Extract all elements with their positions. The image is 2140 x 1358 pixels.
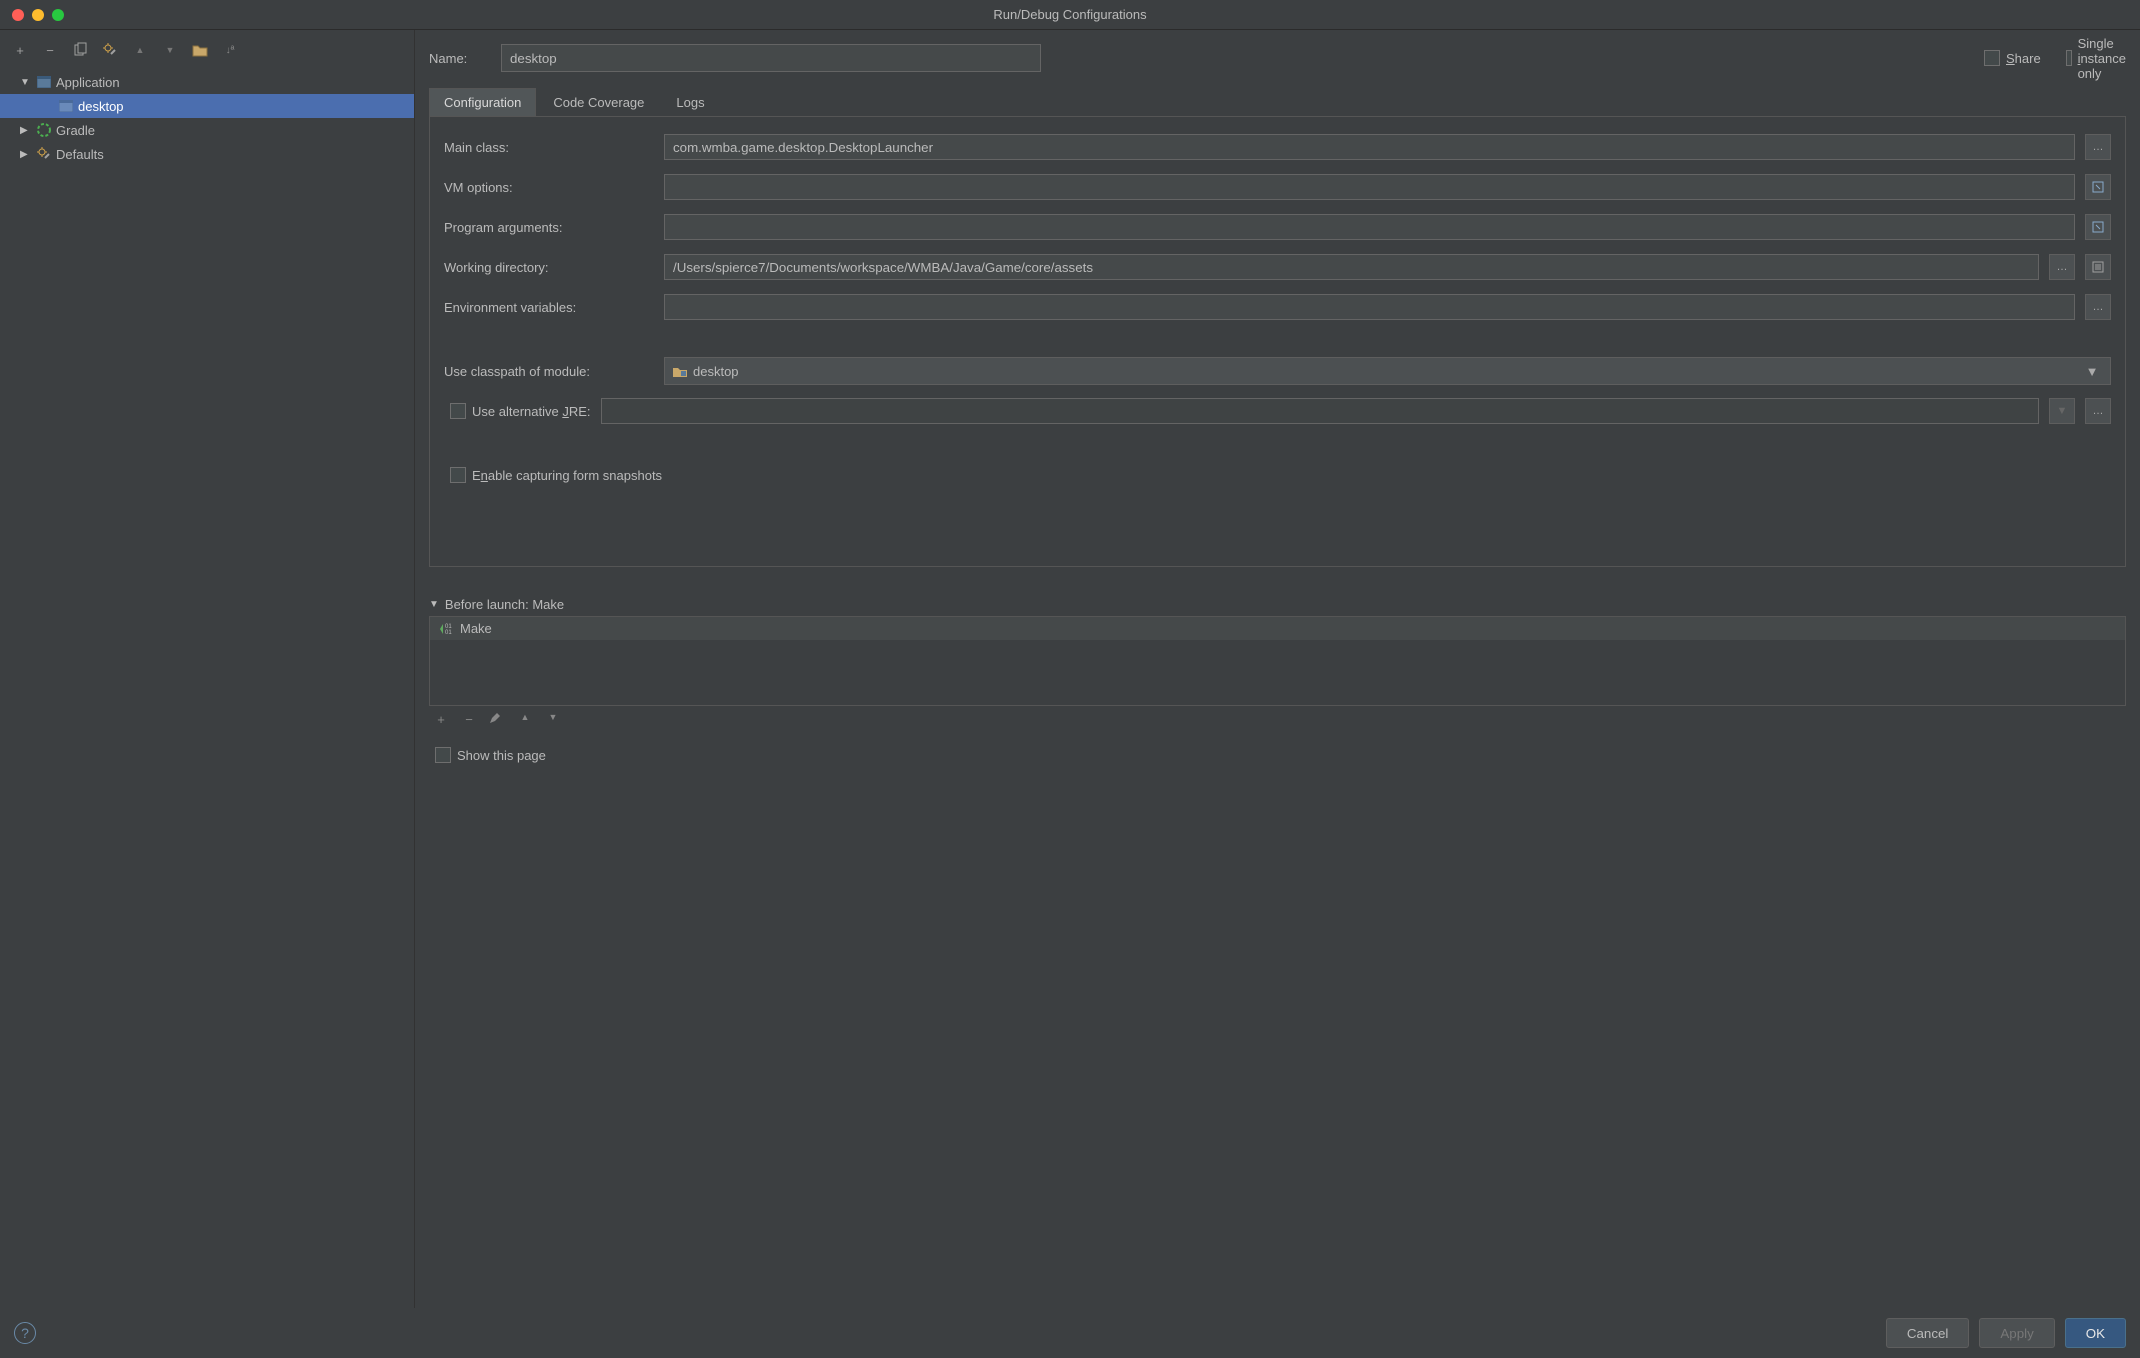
add-config-button[interactable]: + bbox=[10, 40, 30, 60]
expand-toggle-icon[interactable]: ▶ bbox=[20, 149, 32, 160]
edit-defaults-button[interactable] bbox=[100, 40, 120, 60]
before-launch-title: Before launch: Make bbox=[445, 597, 564, 612]
help-button[interactable]: ? bbox=[14, 1322, 36, 1344]
working-dir-input[interactable] bbox=[664, 254, 2039, 280]
edit-task-button[interactable] bbox=[489, 712, 505, 727]
remove-task-button[interactable]: − bbox=[461, 712, 477, 727]
tree-label: Application bbox=[56, 75, 120, 90]
tab-configuration[interactable]: Configuration bbox=[429, 88, 536, 116]
classpath-module-label: Use classpath of module: bbox=[444, 364, 654, 379]
name-label: Name: bbox=[429, 51, 489, 66]
tree-node-defaults[interactable]: ▶ Defaults bbox=[0, 142, 414, 166]
share-label: Share bbox=[2006, 51, 2041, 66]
remove-config-button[interactable]: − bbox=[40, 40, 60, 60]
env-vars-label: Environment variables: bbox=[444, 300, 654, 315]
tree-label: Gradle bbox=[56, 123, 95, 138]
expand-vm-options-button[interactable] bbox=[2085, 174, 2111, 200]
main-class-input[interactable] bbox=[664, 134, 2075, 160]
wrench-icon bbox=[36, 146, 52, 162]
before-launch-item-label: Make bbox=[460, 621, 492, 636]
left-panel: + − ▲ ▼ ↓ª ▼ bbox=[0, 30, 415, 1308]
form-snapshots-checkbox[interactable]: Enable capturing form snapshots bbox=[450, 467, 662, 483]
browse-working-dir-button[interactable]: … bbox=[2049, 254, 2075, 280]
right-panel: Name: Share Single instance only Configu… bbox=[415, 30, 2140, 1308]
browse-alt-jre-button[interactable]: … bbox=[2085, 398, 2111, 424]
classpath-module-select[interactable]: desktop ▼ bbox=[664, 357, 2111, 385]
tree-label: Defaults bbox=[56, 147, 104, 162]
working-dir-label: Working directory: bbox=[444, 260, 654, 275]
vm-options-label: VM options: bbox=[444, 180, 654, 195]
gradle-icon bbox=[36, 122, 52, 138]
env-vars-input[interactable] bbox=[664, 294, 2075, 320]
form-snapshots-label: Enable capturing form snapshots bbox=[472, 468, 662, 483]
tree-label: desktop bbox=[78, 99, 124, 114]
tab-logs[interactable]: Logs bbox=[661, 88, 719, 116]
browse-main-class-button[interactable]: … bbox=[2085, 134, 2111, 160]
module-icon bbox=[673, 365, 687, 377]
alt-jre-checkbox[interactable]: Use alternative JRE: bbox=[450, 403, 591, 419]
expand-toggle-icon[interactable]: ▶ bbox=[20, 125, 32, 136]
alt-jre-input bbox=[601, 398, 2040, 424]
copy-config-button[interactable] bbox=[70, 40, 90, 60]
ok-button[interactable]: OK bbox=[2065, 1318, 2126, 1348]
window-zoom-button[interactable] bbox=[52, 9, 64, 21]
edit-env-vars-button[interactable]: … bbox=[2085, 294, 2111, 320]
window-title: Run/Debug Configurations bbox=[993, 7, 1146, 22]
before-launch-item[interactable]: 0101 Make bbox=[430, 617, 2125, 640]
window-minimize-button[interactable] bbox=[32, 9, 44, 21]
tabs: Configuration Code Coverage Logs bbox=[429, 88, 2126, 117]
app-window-icon bbox=[58, 98, 74, 114]
tree-node-gradle[interactable]: ▶ Gradle bbox=[0, 118, 414, 142]
task-down-button[interactable]: ▼ bbox=[545, 712, 561, 727]
folder-button[interactable] bbox=[190, 40, 210, 60]
show-this-page-checkbox[interactable]: Show this page bbox=[435, 747, 546, 763]
collapse-toggle-icon[interactable]: ▼ bbox=[429, 599, 439, 610]
move-up-button[interactable]: ▲ bbox=[130, 40, 150, 60]
sort-button[interactable]: ↓ª bbox=[220, 40, 240, 60]
make-icon: 0101 bbox=[438, 622, 452, 636]
working-dir-list-button[interactable] bbox=[2085, 254, 2111, 280]
window-close-button[interactable] bbox=[12, 9, 24, 21]
app-window-icon bbox=[36, 74, 52, 90]
alt-jre-dropdown-button: ▼ bbox=[2049, 398, 2075, 424]
dialog-footer: ? Cancel Apply OK bbox=[0, 1308, 2140, 1358]
program-args-input[interactable] bbox=[664, 214, 2075, 240]
before-launch-list: 0101 Make bbox=[429, 616, 2126, 706]
main-class-label: Main class: bbox=[444, 140, 654, 155]
expand-toggle-icon[interactable]: ▼ bbox=[20, 77, 32, 88]
chevron-down-icon: ▼ bbox=[2082, 364, 2102, 379]
show-this-page-label: Show this page bbox=[457, 748, 546, 763]
configuration-panel: Main class: … VM options: Program argume… bbox=[429, 117, 2126, 567]
expand-program-args-button[interactable] bbox=[2085, 214, 2111, 240]
program-args-label: Program arguments: bbox=[444, 220, 654, 235]
svg-text:01: 01 bbox=[445, 630, 452, 636]
single-instance-label: Single instance only bbox=[2078, 36, 2126, 81]
config-toolbar: + − ▲ ▼ ↓ª bbox=[0, 30, 414, 70]
alt-jre-label: Use alternative JRE: bbox=[472, 404, 591, 419]
tab-code-coverage[interactable]: Code Coverage bbox=[538, 88, 659, 116]
share-checkbox[interactable]: Share bbox=[1984, 50, 2044, 66]
classpath-module-value: desktop bbox=[693, 364, 739, 379]
tree-node-application[interactable]: ▼ Application bbox=[0, 70, 414, 94]
vm-options-input[interactable] bbox=[664, 174, 2075, 200]
before-launch-header[interactable]: ▼ Before launch: Make bbox=[429, 597, 2126, 612]
before-launch-section: ▼ Before launch: Make 0101 Make + − bbox=[429, 597, 2126, 771]
apply-button[interactable]: Apply bbox=[1979, 1318, 2054, 1348]
before-launch-toolbar: + − ▲ ▼ bbox=[429, 706, 2126, 733]
tree-node-desktop[interactable]: desktop bbox=[0, 94, 414, 118]
cancel-button[interactable]: Cancel bbox=[1886, 1318, 1970, 1348]
name-input[interactable] bbox=[501, 44, 1041, 72]
single-instance-checkbox[interactable]: Single instance only bbox=[2066, 36, 2126, 81]
task-up-button[interactable]: ▲ bbox=[517, 712, 533, 727]
titlebar: Run/Debug Configurations bbox=[0, 0, 2140, 30]
add-task-button[interactable]: + bbox=[433, 712, 449, 727]
config-tree: ▼ Application desktop ▶ bbox=[0, 70, 414, 1308]
move-down-button[interactable]: ▼ bbox=[160, 40, 180, 60]
